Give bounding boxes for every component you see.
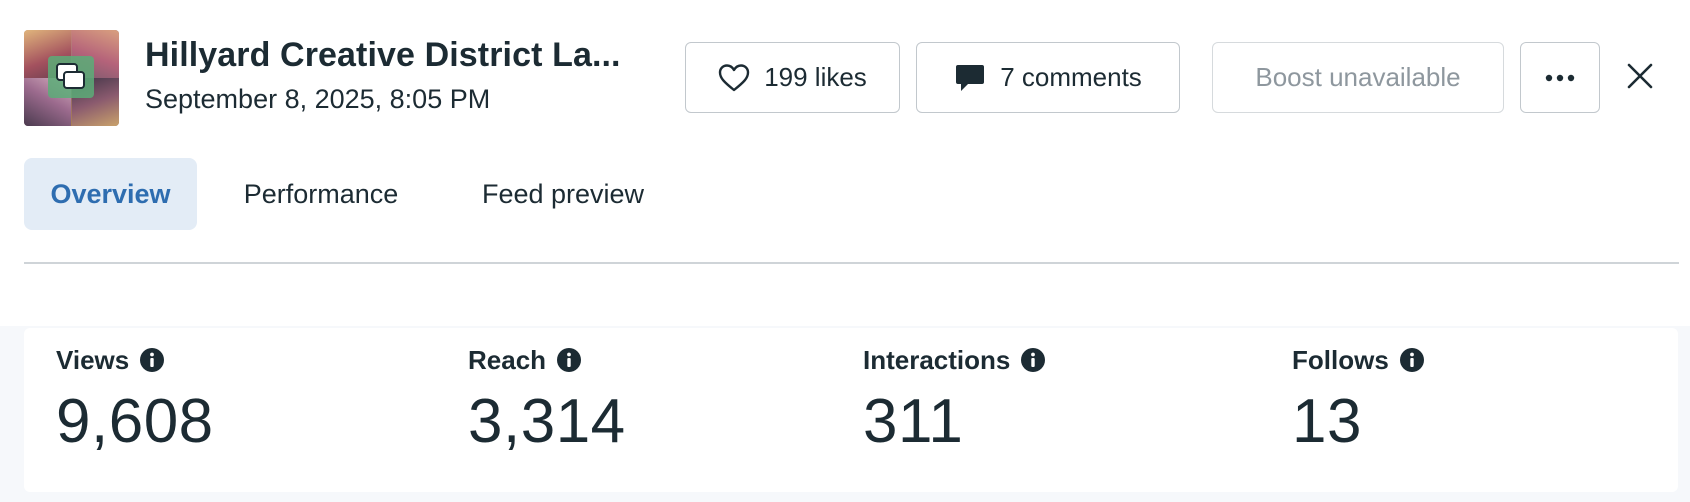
post-header: Hillyard Creative District La... Septemb… bbox=[0, 0, 1690, 150]
boost-button[interactable]: Boost unavailable bbox=[1212, 42, 1504, 113]
metric-value: 13 bbox=[1292, 387, 1362, 456]
post-title: Hillyard Creative District La... bbox=[145, 36, 621, 74]
more-options-button[interactable] bbox=[1520, 42, 1600, 113]
metric-label: Reach bbox=[468, 344, 547, 375]
metric-value: 3,314 bbox=[468, 387, 626, 456]
metric-value: 311 bbox=[863, 387, 964, 456]
info-icon[interactable] bbox=[556, 347, 582, 373]
tab-overview[interactable]: Overview bbox=[24, 158, 197, 230]
comments-button[interactable]: 7 comments bbox=[916, 42, 1180, 113]
comment-icon bbox=[954, 62, 986, 94]
close-icon bbox=[1627, 63, 1653, 89]
gallery-icon bbox=[56, 63, 85, 89]
metric-label: Follows bbox=[1292, 344, 1389, 375]
post-thumbnail[interactable] bbox=[24, 30, 119, 126]
divider bbox=[24, 262, 1679, 264]
tab-bar: Overview Performance Feed preview bbox=[24, 158, 681, 230]
metric-label: Views bbox=[56, 344, 130, 375]
metric-label: Interactions bbox=[863, 344, 1011, 375]
comments-label: 7 comments bbox=[1000, 62, 1142, 92]
metric-interactions: Interactions 311 bbox=[863, 340, 1046, 457]
info-icon[interactable] bbox=[139, 347, 165, 373]
info-icon[interactable] bbox=[1020, 347, 1046, 373]
metric-reach: Reach 3,314 bbox=[468, 340, 626, 457]
boost-label: Boost unavailable bbox=[1255, 62, 1461, 92]
tab-performance[interactable]: Performance bbox=[197, 158, 445, 230]
likes-button[interactable]: 199 likes bbox=[685, 42, 900, 113]
close-button[interactable] bbox=[1622, 58, 1658, 94]
tab-feed-preview[interactable]: Feed preview bbox=[445, 158, 681, 230]
metric-value: 9,608 bbox=[56, 387, 214, 456]
likes-label: 199 likes bbox=[764, 62, 867, 92]
heart-icon bbox=[718, 63, 750, 93]
info-icon[interactable] bbox=[1399, 347, 1425, 373]
metric-views: Views 9,608 bbox=[56, 340, 214, 457]
metric-follows: Follows 13 bbox=[1292, 340, 1425, 457]
post-date: September 8, 2025, 8:05 PM bbox=[145, 84, 491, 114]
metrics-card bbox=[24, 328, 1678, 492]
more-horizontal-icon bbox=[1545, 74, 1575, 81]
